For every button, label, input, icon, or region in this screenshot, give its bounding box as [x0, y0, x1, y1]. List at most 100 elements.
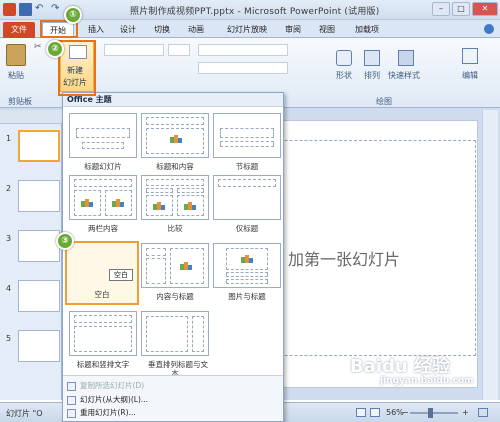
layout-content-caption[interactable]: [141, 243, 209, 288]
slides-from-outline-label: 幻灯片(从大纲)(L)...: [80, 395, 149, 404]
slide-thumbnail[interactable]: [18, 230, 60, 262]
duplicate-slides-item[interactable]: 复制所选幻灯片(D): [67, 380, 144, 392]
close-button[interactable]: ✕: [472, 2, 498, 16]
watermark-brand: Baidu 经验: [350, 356, 451, 377]
vertical-title-shape: [192, 316, 204, 352]
layout-label: 内容与标题: [156, 292, 194, 301]
fit-window-icon[interactable]: [478, 408, 488, 417]
layout-label: 图片与标题: [228, 292, 266, 301]
left-heading-shape: [146, 188, 173, 193]
layout-picture-caption[interactable]: [213, 243, 281, 288]
view-normal-icon[interactable]: [356, 408, 366, 417]
layout-title-only[interactable]: [213, 175, 281, 220]
slide-thumbnail[interactable]: [18, 280, 60, 312]
layout-section-header[interactable]: [213, 113, 281, 158]
zoom-out-button[interactable]: −: [402, 408, 409, 417]
layout-gallery: Office 主题 标题幻灯片 标题和内容 节标题 两栏内容 比较 仅标题 空白…: [62, 92, 284, 422]
slides-pane: 1 2 3 4 5: [0, 110, 62, 400]
reuse-slides-item[interactable]: 重用幻灯片(R)...: [67, 407, 136, 419]
vertical-text-shape: [146, 316, 188, 352]
quick-styles-label[interactable]: 快速样式: [388, 70, 420, 81]
clipboard-group-label: 剪贴板: [8, 97, 32, 106]
tab-design[interactable]: 设计: [114, 22, 142, 38]
layout-label: 标题和竖排文字: [76, 360, 130, 369]
quick-styles-icon[interactable]: [398, 50, 414, 66]
tab-view[interactable]: 视图: [314, 22, 340, 38]
cut-icon[interactable]: ✂: [34, 42, 42, 52]
step-badge-1: ①: [64, 6, 82, 24]
zoom-in-button[interactable]: +: [462, 408, 469, 417]
layout-comparison[interactable]: [141, 175, 209, 220]
layout-title-slide[interactable]: [69, 113, 137, 158]
caption-text-shape: [226, 279, 268, 284]
tab-transitions[interactable]: 切换: [148, 22, 176, 38]
layout-title-vertical-text[interactable]: [69, 311, 137, 356]
zoom-slider-track[interactable]: [410, 412, 458, 414]
slide-thumbnail[interactable]: [18, 130, 60, 162]
title-placeholder-shape: [146, 117, 204, 125]
tab-file[interactable]: 文件: [3, 22, 35, 38]
layout-label: 节标题: [235, 162, 259, 171]
layout-label: 空白: [94, 290, 110, 299]
layout-title-content[interactable]: [141, 113, 209, 158]
layout-label: 仅标题: [235, 224, 259, 233]
title-placeholder-shape: [220, 128, 274, 138]
text-placeholder-shape: [220, 141, 274, 147]
reuse-icon: [67, 408, 76, 418]
minimize-button[interactable]: –: [432, 2, 450, 16]
powerpoint-logo-icon: [3, 3, 16, 16]
title-placeholder-shape: [74, 179, 132, 187]
view-sorter-icon[interactable]: [370, 408, 380, 417]
arrange-icon[interactable]: [364, 50, 380, 66]
quick-access-toolbar: ↶ ↷: [3, 3, 64, 16]
title-placeholder-shape: [74, 315, 132, 323]
slide-thumbnail[interactable]: [18, 330, 60, 362]
watermark-url: jingyan.baidu.com: [380, 376, 474, 386]
slide-thumb-number: 4: [6, 284, 12, 293]
reuse-slides-label: 重用幻灯片(R)...: [80, 408, 136, 417]
content-icons: [170, 134, 182, 143]
layout-two-content[interactable]: [69, 175, 137, 220]
slide-thumb-number: 3: [6, 234, 12, 243]
tab-review[interactable]: 审阅: [280, 22, 306, 38]
paragraph-box-2[interactable]: [198, 62, 288, 74]
outline-icon: [67, 395, 76, 405]
paragraph-box[interactable]: [198, 44, 288, 56]
picture-icon: [241, 254, 253, 263]
tab-addins[interactable]: 加载项: [350, 22, 384, 38]
font-size-box[interactable]: [168, 44, 190, 56]
editing-label[interactable]: 编辑: [462, 70, 478, 81]
caption-title-shape: [226, 272, 268, 277]
slide-thumb-number: 2: [6, 184, 12, 193]
arrange-label[interactable]: 排列: [364, 70, 380, 81]
tab-slideshow[interactable]: 幻灯片放映: [222, 22, 272, 38]
slides-from-outline-item[interactable]: 幻灯片(从大纲)(L)...: [67, 394, 148, 406]
caption-title-shape: [146, 248, 166, 256]
tab-animations[interactable]: 动画: [182, 22, 210, 38]
slide-thumbnail[interactable]: [18, 180, 60, 212]
help-icon[interactable]: [484, 24, 494, 34]
slides-pane-header: [0, 110, 62, 124]
gallery-header: Office 主题: [63, 93, 283, 107]
vertical-scrollbar[interactable]: [482, 110, 498, 400]
editing-icon[interactable]: [462, 48, 478, 64]
paste-icon[interactable]: [6, 44, 26, 66]
maximize-button[interactable]: □: [452, 2, 470, 16]
paste-label[interactable]: 粘贴: [8, 70, 24, 81]
title-placeholder-shape: [146, 179, 204, 186]
shapes-label[interactable]: 形状: [336, 70, 352, 81]
undo-icon[interactable]: ↶: [35, 3, 48, 16]
subtitle-placeholder-shape: [82, 142, 124, 149]
save-icon[interactable]: [19, 3, 32, 16]
shapes-icon[interactable]: [336, 50, 352, 66]
right-heading-shape: [177, 188, 204, 193]
caption-text-shape: [146, 258, 166, 284]
layout-vertical-title-text[interactable]: [141, 311, 209, 356]
zoom-slider-thumb[interactable]: [428, 408, 433, 418]
font-name-box[interactable]: [104, 44, 164, 56]
content-icons: [184, 201, 196, 210]
slide-thumb-number: 5: [6, 334, 12, 343]
layout-tooltip: 空白: [109, 269, 133, 281]
redo-icon[interactable]: ↷: [51, 3, 64, 16]
tab-insert[interactable]: 插入: [82, 22, 110, 38]
